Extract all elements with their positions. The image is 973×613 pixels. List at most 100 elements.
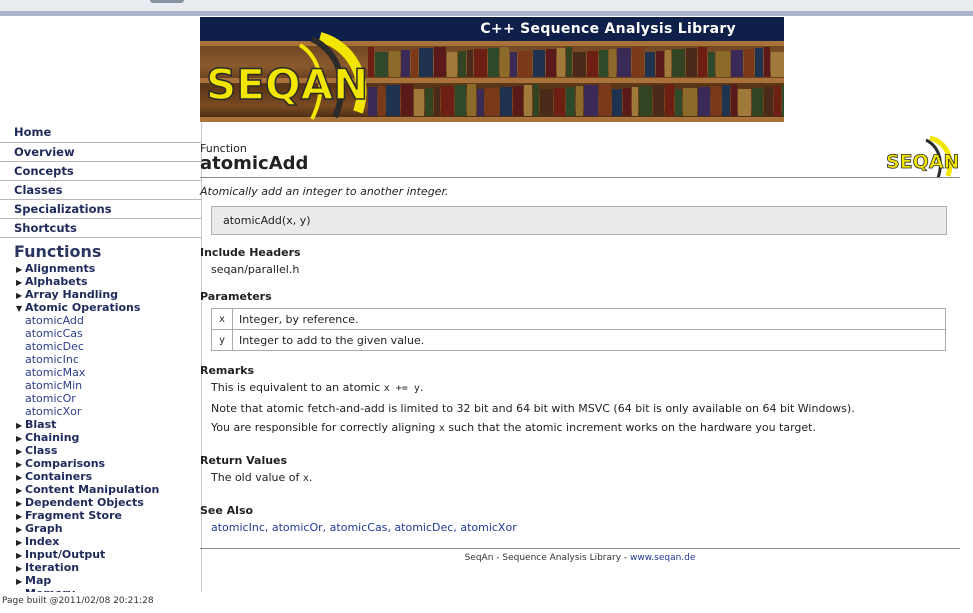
book-spine — [698, 87, 710, 116]
signature-box: atomicAdd(x, y) — [211, 206, 947, 235]
include-headers-heading: Include Headers — [200, 246, 301, 259]
book-spine — [488, 48, 499, 77]
inline-code: x += y — [383, 383, 420, 394]
book-spine — [533, 50, 545, 77]
tree-category-label: Index — [25, 535, 60, 548]
return-text: . — [308, 471, 313, 484]
book-spine — [557, 48, 565, 77]
tree-category-label: Blast — [25, 418, 57, 431]
tree-category[interactable]: ▶ Array Handling — [16, 288, 201, 301]
remark-alignment: You are responsible for correctly aligni… — [211, 421, 816, 434]
tree-function-link[interactable]: atomicInc — [16, 353, 201, 366]
tree-category[interactable]: ▶ Blast — [16, 418, 201, 431]
tree-category[interactable]: ▶Memory — [16, 587, 201, 592]
book-spine — [653, 85, 664, 116]
page-title: atomicAdd — [200, 153, 309, 174]
book-spine — [485, 88, 499, 116]
seqan-small-logo: SEQAN — [886, 135, 958, 179]
banner: C++ Sequence Analysis Library SEQAN — [200, 17, 784, 122]
triangle-down-icon[interactable]: ▼ — [16, 302, 25, 315]
book-spine — [645, 52, 655, 77]
see-also-link[interactable]: atomicInc — [211, 521, 265, 534]
book-spine — [683, 88, 697, 116]
title-divider — [200, 177, 960, 178]
tree-category[interactable]: ▶ Dependent Objects — [16, 496, 201, 509]
footer-link[interactable]: www.seqan.de — [630, 553, 695, 563]
return-value: The old value of x. — [211, 471, 312, 484]
sidebar-item-overview[interactable]: Overview — [0, 143, 201, 162]
tree-category-label: Memory — [25, 587, 75, 592]
book-spine — [411, 49, 418, 77]
book-spine — [755, 48, 763, 77]
tree-function-link[interactable]: atomicXor — [16, 405, 201, 418]
tree-category-label: Containers — [25, 470, 93, 483]
function-description: Atomically add an integer to another int… — [200, 185, 449, 198]
book-spine — [675, 89, 682, 116]
top-separator — [0, 11, 973, 16]
tree-category[interactable]: ▶ Content Manipulation — [16, 483, 201, 496]
param-name: x — [211, 308, 233, 330]
book-spine — [414, 89, 424, 116]
tree-category[interactable]: ▼ Atomic Operations — [16, 301, 201, 314]
tree-category[interactable]: ▶ Index — [16, 535, 201, 548]
tree-category[interactable]: ▶ Chaining — [16, 431, 201, 444]
book-spine — [632, 87, 638, 116]
sidebar-item-home[interactable]: Home — [0, 122, 201, 143]
book-spine — [458, 51, 466, 77]
book-spine — [467, 84, 476, 116]
remark-text: such that the atomic increment works on … — [444, 421, 816, 434]
tree-category[interactable]: ▶ Map — [16, 574, 201, 587]
book-spine — [764, 47, 770, 77]
tree-category-label: Map — [25, 574, 52, 587]
book-spine — [573, 52, 586, 77]
tree-category-label: Comparisons — [25, 457, 106, 470]
see-also-link[interactable]: atomicDec — [394, 521, 453, 534]
banner-title: C++ Sequence Analysis Library — [480, 21, 736, 37]
book-spine — [656, 51, 664, 77]
book-spine — [617, 48, 631, 77]
tree-function-link[interactable]: atomicDec — [16, 340, 201, 353]
return-text: The old value of — [211, 471, 303, 484]
tree-category[interactable]: ▶ Fragment Store — [16, 509, 201, 522]
tree-function-link[interactable]: atomicMax — [16, 366, 201, 379]
triangle-right-icon[interactable]: ▶ — [16, 588, 25, 592]
book-spine — [425, 88, 433, 116]
tree-category[interactable]: ▶ Graph — [16, 522, 201, 535]
tree-category-label: Fragment Store — [25, 509, 122, 522]
tree-category[interactable]: ▶ Iteration — [16, 561, 201, 574]
sidebar-item-shortcuts[interactable]: Shortcuts — [0, 219, 201, 238]
small-logo-wordmark: SEQAN — [886, 151, 958, 173]
tree-category[interactable]: ▶ Class — [16, 444, 201, 457]
book-spine — [711, 86, 721, 116]
param-name: y — [211, 329, 233, 351]
book-spine — [510, 52, 517, 77]
parameters-heading: Parameters — [200, 290, 272, 303]
book-spine — [708, 52, 715, 77]
remark-text: . — [419, 381, 424, 394]
see-also-link[interactable]: atomicXor — [460, 521, 516, 534]
remark-equivalent: This is equivalent to an atomic x += y. — [211, 381, 423, 394]
book-spine — [546, 49, 556, 77]
sidebar-item-concepts[interactable]: Concepts — [0, 162, 201, 181]
see-also-link[interactable]: atomicCas — [330, 521, 388, 534]
book-spine — [524, 85, 532, 116]
tree-function-link[interactable]: atomicCas — [16, 327, 201, 340]
tree-category[interactable]: ▶ Alignments — [16, 262, 201, 275]
tree-category[interactable]: ▶ Comparisons — [16, 457, 201, 470]
tree-category[interactable]: ▶ Containers — [16, 470, 201, 483]
book-spine — [584, 85, 598, 116]
page-built-stamp: Page built @2011/02/08 20:21:28 — [2, 596, 154, 606]
function-signature: atomicAdd(x, y) — [223, 214, 311, 227]
book-spine — [587, 51, 598, 77]
tree-category[interactable]: ▶ Input/Output — [16, 548, 201, 561]
tree-function-link[interactable]: atomicMin — [16, 379, 201, 392]
tree-category-label: Chaining — [25, 431, 80, 444]
tree-function-link[interactable]: atomicOr — [16, 392, 201, 405]
sidebar-item-classes[interactable]: Classes — [0, 181, 201, 200]
seqan-logo[interactable]: SEQAN — [200, 17, 400, 122]
see-also-link[interactable]: atomicOr — [272, 521, 323, 534]
tree-function-link[interactable]: atomicAdd — [16, 314, 201, 327]
tree-category[interactable]: ▶ Alphabets — [16, 275, 201, 288]
book-spine — [771, 52, 784, 77]
sidebar-item-specializations[interactable]: Specializations — [0, 200, 201, 219]
